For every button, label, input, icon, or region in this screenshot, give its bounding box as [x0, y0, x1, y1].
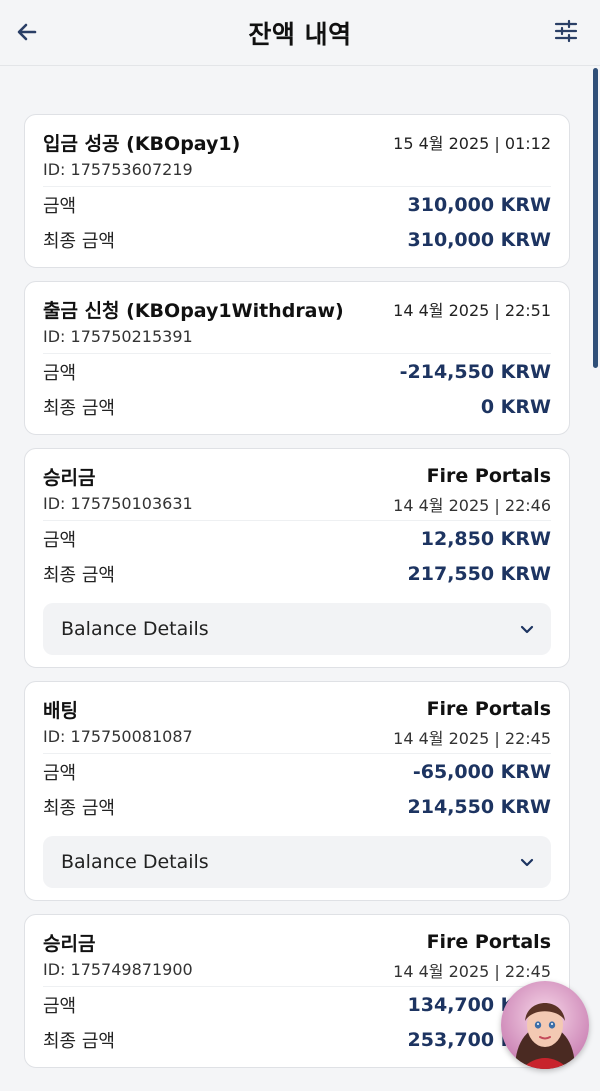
- transaction-card[interactable]: 배팅 Fire Portals ID: 175750081087 14 4월 2…: [24, 681, 570, 901]
- final-amount-label: 최종 금액: [43, 797, 115, 819]
- top-bar: 잔액 내역: [0, 0, 600, 66]
- transaction-list: 입금 성공 (KBOpay1) 15 4월 2025 | 01:12 ID: 1…: [24, 114, 570, 1081]
- final-amount-label: 최종 금액: [43, 1030, 115, 1052]
- game-provider: Fire Portals: [426, 698, 551, 720]
- chevron-down-icon: [520, 625, 534, 634]
- balance-details-toggle[interactable]: Balance Details: [43, 603, 551, 655]
- support-avatar-icon[interactable]: [501, 981, 589, 1069]
- back-button[interactable]: [12, 17, 42, 47]
- transaction-id: ID: 175750081087: [43, 727, 193, 746]
- balance-details-label: Balance Details: [61, 618, 209, 640]
- final-amount-label: 최종 금액: [43, 397, 115, 419]
- transaction-date: 14 4월 2025 | 22:51: [393, 301, 551, 320]
- transaction-type: 승리금: [43, 932, 96, 955]
- amount-value: 12,850 KRW: [420, 527, 551, 550]
- transaction-date: 14 4월 2025 | 22:46: [393, 495, 551, 515]
- amount-label: 금액: [43, 762, 77, 784]
- transaction-card[interactable]: 승리금 Fire Portals ID: 175749871900 14 4월 …: [24, 914, 570, 1068]
- transaction-date: 14 4월 2025 | 22:45: [393, 728, 551, 748]
- transaction-type: 배팅: [43, 699, 78, 722]
- game-provider: Fire Portals: [426, 465, 551, 487]
- transaction-id: ID: 175750103631: [43, 494, 193, 513]
- transaction-id: ID: 175753607219: [43, 160, 193, 179]
- transaction-card[interactable]: 출금 신청 (KBOpay1Withdraw) 14 4월 2025 | 22:…: [24, 281, 570, 435]
- amount-label: 금액: [43, 995, 77, 1017]
- chevron-down-icon: [520, 858, 534, 867]
- final-amount-value: 0 KRW: [480, 395, 551, 418]
- final-amount-label: 최종 금액: [43, 564, 115, 586]
- transaction-date: 15 4월 2025 | 01:12: [393, 134, 551, 153]
- transaction-card[interactable]: 입금 성공 (KBOpay1) 15 4월 2025 | 01:12 ID: 1…: [24, 114, 570, 268]
- balance-details-toggle[interactable]: Balance Details: [43, 836, 551, 888]
- transaction-id: ID: 175749871900: [43, 960, 193, 979]
- page-title: 잔액 내역: [248, 19, 352, 49]
- filter-button[interactable]: [548, 13, 584, 49]
- game-provider: Fire Portals: [426, 931, 551, 953]
- scrollbar[interactable]: [593, 68, 598, 368]
- transaction-id: ID: 175750215391: [43, 327, 193, 346]
- final-amount-value: 217,550 KRW: [407, 562, 551, 585]
- amount-label: 금액: [43, 529, 77, 551]
- amount-value: -65,000 KRW: [412, 760, 551, 783]
- transaction-type: 입금 성공 (KBOpay1): [43, 132, 241, 155]
- sliders-icon: [554, 19, 578, 43]
- transaction-type: 승리금: [43, 466, 96, 489]
- balance-details-label: Balance Details: [61, 851, 209, 873]
- transaction-date: 14 4월 2025 | 22:45: [393, 961, 551, 981]
- amount-label: 금액: [43, 195, 77, 217]
- transaction-card[interactable]: 승리금 Fire Portals ID: 175750103631 14 4월 …: [24, 448, 570, 668]
- amount-value: 310,000 KRW: [407, 193, 551, 216]
- final-amount-label: 최종 금액: [43, 230, 115, 252]
- amount-value: -214,550 KRW: [399, 360, 551, 383]
- amount-label: 금액: [43, 362, 77, 384]
- final-amount-value: 310,000 KRW: [407, 228, 551, 251]
- final-amount-value: 214,550 KRW: [407, 795, 551, 818]
- arrow-left-icon: [17, 23, 37, 41]
- transaction-type: 출금 신청 (KBOpay1Withdraw): [43, 299, 344, 322]
